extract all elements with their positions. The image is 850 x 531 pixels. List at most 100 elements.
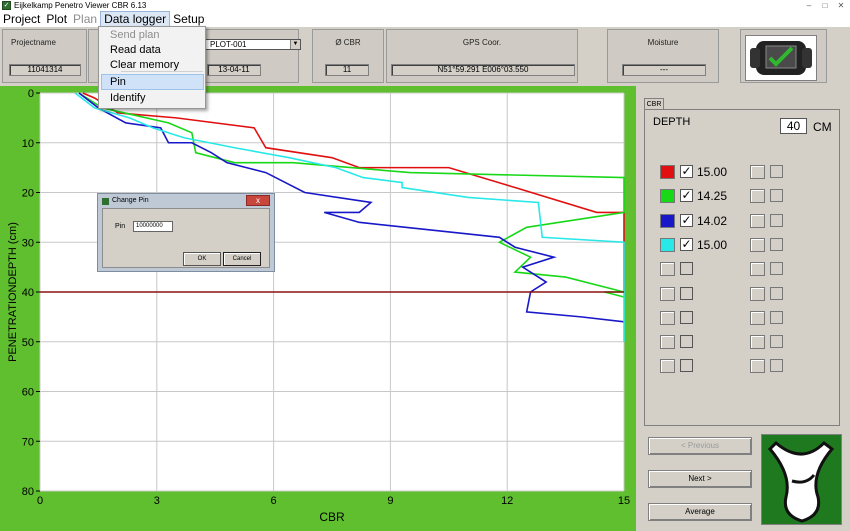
series-checkbox[interactable]: ✓ [680,189,693,203]
date-value: 13-04-11 [207,64,261,76]
series-checkbox-2[interactable] [770,237,783,251]
dialog-close-button[interactable]: x [246,195,270,206]
x-tick-label: 3 [154,495,160,507]
cbr-label: Ø CBR [335,38,361,47]
y-tick-label: 80 [22,486,34,498]
title-bar: ✓ Eijkelkamp Penetro Viewer CBR 6.13 – □… [0,0,850,11]
app-icon: ✓ [2,1,11,10]
projectname-label: Projectname [11,38,56,47]
series-value: 14.25 [697,189,728,204]
series-checkbox[interactable] [680,262,693,276]
series-checkbox-2[interactable] [770,189,783,203]
gps-box: GPS Coor. N51°59.291 E006°03.550 [386,29,578,83]
x-tick-label: 6 [271,495,277,507]
plot-select[interactable]: PLOT-001 ▼ [205,39,301,50]
data-logger-menu: Send plan Read data Clear memory Pin Ide… [98,26,206,109]
menu-plot[interactable]: Plot [43,11,70,27]
depth-input[interactable]: 40 [780,118,807,134]
series-color-swatch[interactable] [660,189,675,204]
menu-item-send-plan[interactable]: Send plan [110,28,160,43]
series-color-swatch[interactable] [660,262,675,277]
pin-input[interactable]: 10000000 [133,221,173,232]
series-checkbox-2[interactable] [770,286,783,300]
change-pin-dialog: Change Pin x Pin 10000000 OK Cancel [97,193,275,272]
series-color-swatch-2[interactable] [750,310,765,325]
moisture-box: Moisture --- [607,29,719,83]
y-tick-label: 10 [22,138,34,150]
series-checkbox[interactable] [680,335,693,349]
right-panel: CBR DEPTH 40 CM ✓ 15.00 ✓ 14.25 ✓ 14.02 ✓ 15.00… [641,86,850,531]
previous-button[interactable]: < Previous [648,437,752,455]
series-checkbox-2[interactable] [770,335,783,349]
series-checkbox[interactable] [680,359,693,373]
menu-item-read-data[interactable]: Read data [110,43,161,58]
cancel-button[interactable]: Cancel [223,252,261,266]
y-tick-label: 60 [22,387,34,399]
series-color-swatch[interactable] [660,213,675,228]
series-checkbox[interactable] [680,310,693,324]
menu-data-logger[interactable]: Data logger [100,11,171,27]
series-color-swatch-2[interactable] [750,335,765,350]
series-color-swatch-2[interactable] [750,213,765,228]
series-row [660,262,840,277]
x-tick-label: 15 [618,495,630,507]
x-tick-label: 0 [37,495,43,507]
menu-project[interactable]: Project [0,11,43,27]
average-button[interactable]: Average [648,503,752,521]
menu-setup[interactable]: Setup [170,11,207,27]
series-color-swatch[interactable] [660,286,675,301]
series-checkbox-2[interactable] [770,262,783,276]
series-row [660,359,840,374]
menu-plan[interactable]: Plan [70,11,100,27]
series-color-swatch[interactable] [660,165,675,179]
series-checkbox-2[interactable] [770,213,783,227]
x-axis-label: CBR [319,510,345,524]
dialog-body: Pin 10000000 OK Cancel [102,208,270,268]
series-checkbox[interactable]: ✓ [680,213,693,227]
menu-item-identify[interactable]: Identify [110,91,145,106]
series-color-swatch-2[interactable] [750,262,765,277]
series-checkbox-2[interactable] [770,310,783,324]
ok-button[interactable]: OK [183,252,221,266]
series-color-swatch[interactable] [660,359,675,374]
series-color-swatch-2[interactable] [750,359,765,374]
series-color-swatch[interactable] [660,335,675,350]
x-tick-label: 12 [501,495,513,507]
y-tick-label: 40 [22,287,34,299]
next-button[interactable]: Next > [648,470,752,488]
x-tick-label: 9 [387,495,393,507]
series-value: 15.00 [697,165,728,179]
series-row [660,335,840,350]
y-axis-label: PENETRATIONDEPTH (cm) [7,222,19,362]
series-value: 14.02 [697,213,728,228]
series-color-swatch[interactable] [660,237,675,252]
penetrologger-device-icon [745,35,817,81]
menu-item-pin[interactable]: Pin [110,75,126,90]
series-color-swatch-2[interactable] [750,237,765,252]
series-checkbox[interactable]: ✓ [680,237,693,251]
gps-value: N51°59.291 E006°03.550 [391,64,575,76]
series-color-swatch[interactable] [660,310,675,325]
y-tick-label: 30 [22,237,34,249]
y-tick-label: 20 [22,188,34,200]
series-checkbox[interactable]: ✓ [680,165,693,178]
y-tick-label: 0 [28,88,34,100]
depth-label: DEPTH [653,116,691,128]
plot-select-value: PLOT-001 [210,40,247,49]
maximize-button[interactable]: □ [820,1,830,10]
series-checkbox-2[interactable] [770,165,783,178]
series-row: ✓ 14.02 [660,213,840,229]
series-checkbox[interactable] [680,286,693,300]
depth-unit: CM [813,120,832,134]
minimize-button[interactable]: – [804,1,814,10]
series-color-swatch-2[interactable] [750,286,765,301]
series-value: 15.00 [697,237,728,252]
menu-item-clear-memory[interactable]: Clear memory [110,58,179,73]
series-color-swatch-2[interactable] [750,165,765,179]
close-button[interactable]: ✕ [836,1,846,10]
gps-label: GPS Coor. [462,38,502,47]
series-color-swatch-2[interactable] [750,189,765,204]
series-row [660,310,840,326]
chevron-down-icon[interactable]: ▼ [290,40,300,49]
series-checkbox-2[interactable] [770,359,783,373]
